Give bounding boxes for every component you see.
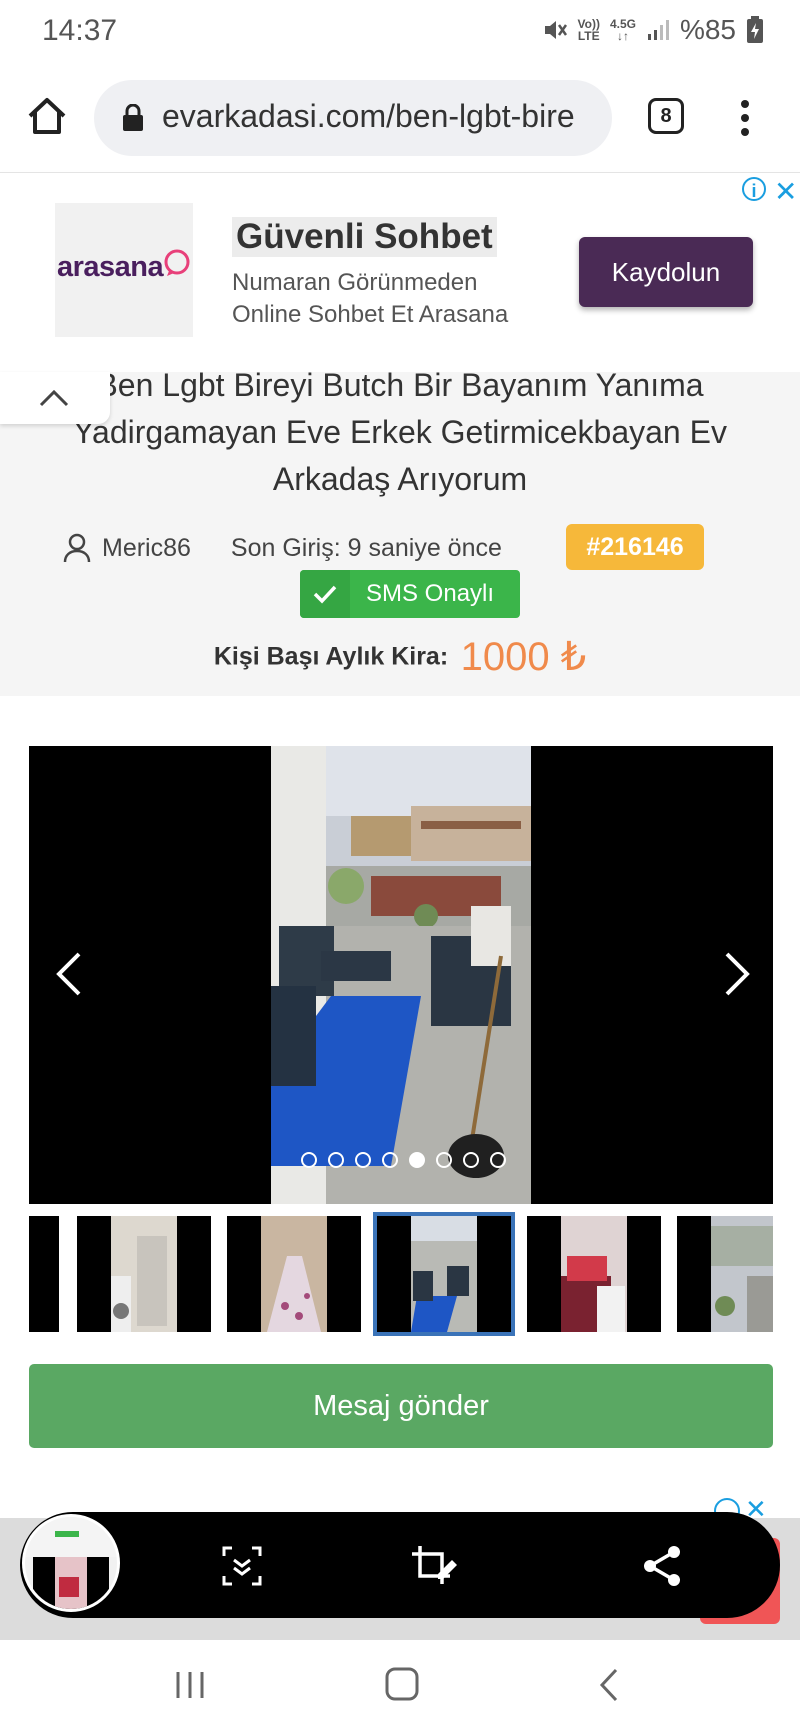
- scroll-capture-icon: [222, 1546, 262, 1586]
- gallery-thumbnail[interactable]: [527, 1216, 661, 1332]
- crop-edit-button[interactable]: [410, 1544, 457, 1588]
- share-icon: [644, 1546, 680, 1586]
- gallery-dot[interactable]: [328, 1152, 344, 1168]
- gallery-prev-button[interactable]: [51, 944, 87, 1004]
- battery-charging-icon: [747, 16, 763, 43]
- back-icon: [599, 1668, 618, 1702]
- share-button[interactable]: [640, 1544, 684, 1588]
- ad-logo: arasana: [55, 203, 193, 337]
- rent-label: Kişi Başı Aylık Kira:: [213, 642, 449, 671]
- gallery-dot[interactable]: [436, 1152, 452, 1168]
- signal-icon: [647, 20, 669, 40]
- gallery-dot-active[interactable]: [409, 1152, 425, 1168]
- ad-logo-text: arasana: [57, 251, 164, 283]
- listing-meta: Meric86 Son Giriş: 9 saniye önce: [62, 528, 502, 568]
- back-nav-button[interactable]: [596, 1666, 622, 1709]
- home-nav-icon: [385, 1667, 419, 1701]
- gallery-thumbnail[interactable]: [77, 1216, 211, 1332]
- home-icon: [28, 98, 66, 134]
- sms-badge-label: SMS Onaylı: [366, 580, 495, 607]
- tab-switcher-button[interactable]: 8: [648, 98, 684, 134]
- rent-row: Kişi Başı Aylık Kira: 1000 ₺: [0, 634, 800, 680]
- ad-close-icon[interactable]: ✕: [774, 175, 797, 208]
- last-login: Son Giriş: 9 saniye önce: [230, 533, 502, 562]
- system-navigation-bar: [0, 1640, 800, 1733]
- screenshot-toolbar: [20, 1512, 780, 1618]
- battery-percent: %85: [679, 14, 736, 45]
- rent-value: 1000 ₺: [460, 635, 587, 679]
- more-vert-icon: [741, 100, 749, 136]
- gallery-dot[interactable]: [490, 1152, 506, 1168]
- gallery-dots: [301, 1152, 506, 1168]
- browser-menu-button[interactable]: [736, 98, 754, 138]
- gallery-dot[interactable]: [382, 1152, 398, 1168]
- gallery-next-button[interactable]: [719, 944, 755, 1004]
- ad-signup-button[interactable]: Kaydolun: [579, 237, 753, 307]
- collapse-ad-button[interactable]: [0, 372, 110, 424]
- chevron-left-icon: [56, 952, 81, 996]
- address-bar[interactable]: evarkadasi.com/ben-lgbt-bire: [94, 80, 612, 156]
- gallery-thumbnail[interactable]: [677, 1216, 773, 1332]
- volte-icon: Vo)) LTE: [577, 17, 600, 43]
- data-network-icon: 4.5G ↓↑: [609, 17, 636, 43]
- ad-description: Online Sohbet Et Arasana: [232, 301, 509, 328]
- username[interactable]: Meric86: [102, 534, 191, 563]
- status-bar: 14:37 Vo)) LTE 4.5G ↓↑ %85: [0, 0, 800, 64]
- status-time: 14:37: [42, 14, 118, 47]
- recent-apps-button[interactable]: [170, 1670, 210, 1705]
- ad-title: Güvenli Sohbet: [232, 217, 497, 257]
- gallery-thumbnail-active[interactable]: [373, 1212, 515, 1336]
- sms-verified-badge: SMS Onaylı: [300, 570, 520, 618]
- scroll-capture-button[interactable]: [220, 1544, 264, 1588]
- gallery-thumbnail[interactable]: [227, 1216, 361, 1332]
- photo-gallery[interactable]: [29, 746, 773, 1204]
- gallery-dot[interactable]: [355, 1152, 371, 1168]
- chat-bubble-icon: [164, 249, 190, 276]
- ad-description: Numaran Görünmeden: [232, 269, 478, 296]
- home-nav-button[interactable]: [384, 1666, 420, 1707]
- send-message-button[interactable]: Mesaj gönder: [29, 1364, 773, 1448]
- gallery-thumbnail[interactable]: [29, 1216, 59, 1332]
- screenshot-preview[interactable]: [22, 1514, 120, 1612]
- ad-info-icon[interactable]: i: [742, 177, 766, 201]
- mute-icon: [544, 21, 567, 39]
- lock-icon: [123, 104, 143, 131]
- crop-edit-icon: [412, 1546, 457, 1584]
- user-icon: [63, 533, 91, 563]
- listing-title: Ben Lgbt Bireyi Butch Bir Bayanım Yanıma…: [73, 367, 727, 497]
- gallery-main-photo: [271, 746, 531, 1204]
- check-icon: [300, 570, 350, 618]
- home-button[interactable]: [22, 92, 72, 142]
- thumbnail-strip: [29, 1212, 773, 1336]
- gallery-dot[interactable]: [463, 1152, 479, 1168]
- ad-banner[interactable]: arasana Güvenli Sohbet Numaran Görünmede…: [0, 172, 800, 374]
- gallery-dot[interactable]: [301, 1152, 317, 1168]
- url-text: evarkadasi.com/ben-lgbt-bire: [162, 98, 575, 134]
- recent-apps-icon: [176, 1672, 204, 1698]
- listing-id-badge: #216146: [566, 524, 704, 570]
- status-icons: Vo)) LTE 4.5G ↓↑ %85: [542, 14, 765, 46]
- chevron-up-icon: [39, 389, 69, 407]
- chevron-right-icon: [725, 952, 750, 996]
